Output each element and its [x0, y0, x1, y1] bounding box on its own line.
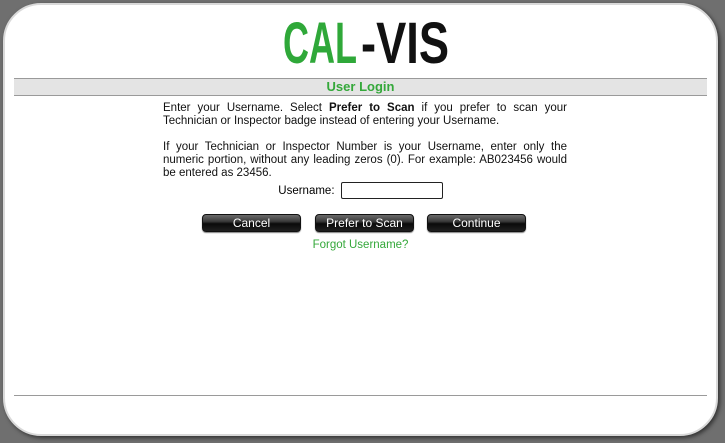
- prefer-to-scan-button[interactable]: Prefer to Scan: [315, 214, 414, 232]
- username-label: Username:: [278, 184, 335, 197]
- login-window: CAL -VIS User Login Enter your Username.…: [3, 3, 718, 436]
- page-title: User Login: [14, 78, 707, 96]
- logo-text-vis: -VIS: [361, 11, 449, 71]
- cancel-button[interactable]: Cancel: [202, 214, 301, 232]
- button-row: Cancel Prefer to Scan Continue: [201, 214, 531, 234]
- username-row: Username:: [5, 182, 716, 199]
- forgot-username-link[interactable]: Forgot Username?: [5, 239, 716, 251]
- username-input[interactable]: [340, 182, 443, 199]
- continue-button[interactable]: Continue: [427, 214, 526, 232]
- logo-text-cal: CAL: [283, 11, 357, 71]
- cal-vis-logo: CAL -VIS: [283, 11, 449, 71]
- instructions-bold-text: Prefer to Scan: [328, 102, 415, 114]
- footer-divider: [14, 395, 707, 396]
- instructions: Enter your Username. Select Prefer to Sc…: [163, 102, 567, 193]
- instructions-paragraph-1: Enter your Username. Select Prefer to Sc…: [163, 102, 567, 128]
- instructions-paragraph-2: If your Technician or Inspector Number i…: [163, 141, 567, 179]
- instructions-text: Enter your Username. Select: [163, 102, 329, 114]
